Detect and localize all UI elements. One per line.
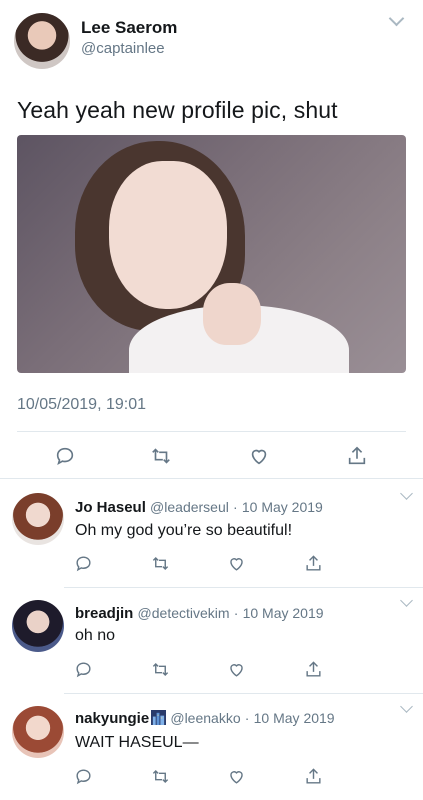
reply-header: breadjin @detectivekim · 10 May 2019: [75, 605, 324, 622]
retweet-icon[interactable]: [150, 445, 172, 467]
display-name[interactable]: nakyungie: [75, 710, 149, 727]
user-handle[interactable]: @leaderseul: [150, 499, 229, 515]
reply-date[interactable]: 10 May 2019: [254, 710, 335, 726]
tweet-timestamp[interactable]: 10/05/2019, 19:01: [17, 396, 146, 414]
separator: ·: [233, 605, 239, 621]
chevron-down-icon[interactable]: [400, 700, 413, 713]
reply-text: oh no: [75, 627, 116, 644]
avatar[interactable]: [12, 493, 64, 545]
display-name[interactable]: Lee Saerom: [81, 18, 177, 38]
chevron-down-icon[interactable]: [400, 594, 413, 607]
reply-tweet[interactable]: breadjin @detectivekim · 10 May 2019 oh …: [0, 588, 423, 692]
tweet-photo[interactable]: [17, 135, 406, 373]
avatar[interactable]: [12, 600, 64, 652]
retweet-icon[interactable]: [151, 554, 170, 573]
tweet-text: Yeah yeah new profile pic, shut: [17, 97, 338, 123]
reply-header: Jo Haseul @leaderseul · 10 May 2019: [75, 499, 323, 516]
user-handle[interactable]: @captainlee: [81, 40, 165, 57]
like-icon[interactable]: [227, 767, 246, 786]
reply-icon[interactable]: [54, 445, 76, 467]
reply-tweet[interactable]: Jo Haseul @leaderseul · 10 May 2019 Oh m…: [0, 479, 423, 586]
display-name[interactable]: Jo Haseul: [75, 499, 146, 516]
like-icon[interactable]: [227, 660, 246, 679]
separator: ·: [244, 710, 250, 726]
display-name[interactable]: breadjin: [75, 605, 133, 622]
user-handle[interactable]: @leenakko: [170, 710, 240, 726]
share-icon[interactable]: [304, 660, 323, 679]
divider: [17, 431, 406, 432]
reply-icon[interactable]: [74, 767, 93, 786]
share-icon[interactable]: [304, 767, 323, 786]
like-icon[interactable]: [227, 554, 246, 573]
like-icon[interactable]: [248, 445, 270, 467]
share-icon[interactable]: [346, 445, 368, 467]
separator: ·: [233, 499, 238, 515]
share-icon[interactable]: [304, 554, 323, 573]
retweet-icon[interactable]: [151, 767, 170, 786]
reply-date[interactable]: 10 May 2019: [242, 499, 323, 515]
avatar[interactable]: [14, 13, 70, 69]
reply-icon[interactable]: [74, 554, 93, 573]
user-handle[interactable]: @detectivekim: [138, 605, 230, 621]
reply-tweet[interactable]: nakyungie @leenakko · 10 May 2019 WAIT H…: [0, 694, 423, 800]
reply-text: Oh my god you’re so beautiful!: [75, 522, 293, 539]
avatar[interactable]: [12, 706, 64, 758]
chevron-down-icon[interactable]: [388, 10, 405, 27]
reply-date[interactable]: 10 May 2019: [243, 605, 324, 621]
main-tweet: Lee Saerom @captainlee Yeah yeah new pro…: [0, 0, 423, 477]
city-night-emoji: [151, 710, 167, 725]
retweet-icon[interactable]: [151, 660, 170, 679]
reply-header: nakyungie @leenakko · 10 May 2019: [75, 710, 335, 727]
reply-icon[interactable]: [74, 660, 93, 679]
reply-text: WAIT HASEUL—: [75, 734, 199, 751]
chevron-down-icon[interactable]: [400, 487, 413, 500]
